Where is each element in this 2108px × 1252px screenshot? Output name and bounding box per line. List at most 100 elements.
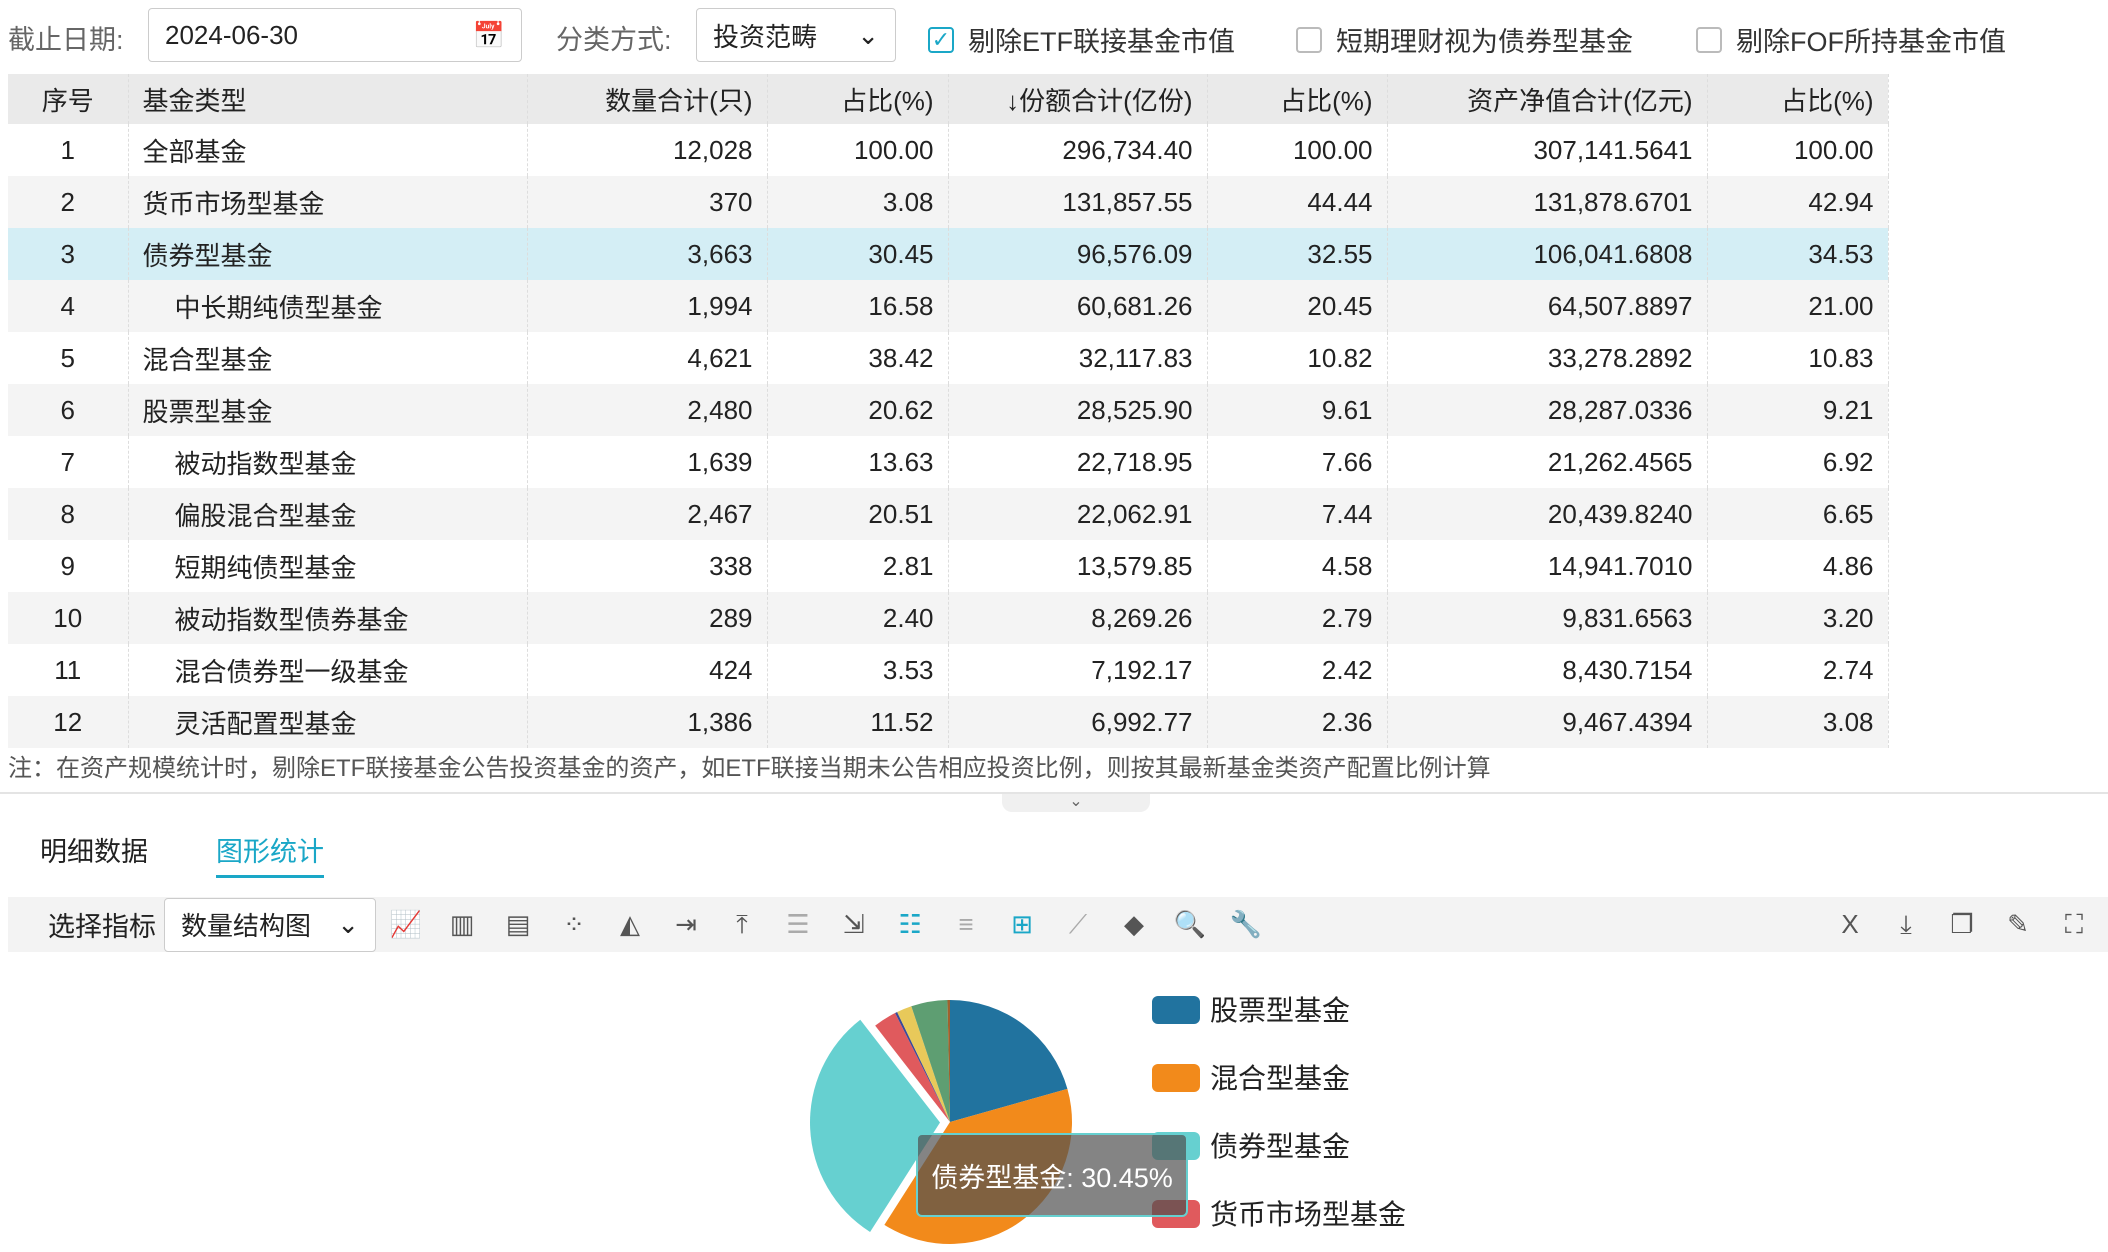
table-cell: 2.40: [767, 592, 949, 644]
table-cell: 370: [527, 176, 768, 228]
legend-label[interactable]: 货币市场型基金: [1210, 1199, 1406, 1230]
legend-label[interactable]: 股票型基金: [1210, 995, 1350, 1026]
table-cell: 100.00: [767, 124, 949, 176]
table-row[interactable]: 5 混合型基金 4,621 38.42 32,117.83 10.82 33,278.289…: [8, 332, 1889, 384]
chart-tooltip: 债券型基金: 30.45%: [916, 1133, 1188, 1217]
class-select[interactable]: 投资范畴 ⌄: [696, 8, 896, 62]
table-row[interactable]: 10 被动指数型债券基金 289 2.40 8,269.26 2.79 9,831.6563…: [8, 592, 1889, 644]
chart-toolbar: 选择指标 数量结构图 ⌄ 📈 ▥ ▤ ⁘ ◭ ⇥ ⤒ ☰ ⇲ ☷ ≡ ⊞ ⟋ ◆ 🔍 🔧 X ⤓ ❐ ✎ ⛶: [8, 897, 2108, 952]
checkbox-label: 短期理财视为债券型基金: [1336, 27, 1633, 57]
table-cell: 100.00: [1707, 124, 1889, 176]
table-cell: 20,439.8240: [1387, 488, 1708, 540]
indicator-select[interactable]: 数量结构图 ⌄: [164, 897, 376, 952]
column-header[interactable]: ↓份额合计(亿份): [948, 74, 1208, 124]
column-header[interactable]: 资产净值合计(亿元): [1387, 74, 1708, 124]
table-row[interactable]: 1 全部基金 12,028 100.00 296,734.40 100.00 307,141…: [8, 124, 1889, 176]
tab-detail[interactable]: 明细数据: [40, 830, 148, 869]
indicator-label: 选择指标: [48, 912, 156, 942]
table-row[interactable]: 12 灵活配置型基金 1,386 11.52 6,992.77 2.36 9,467.439…: [8, 696, 1889, 748]
table-cell: 6,992.77: [948, 696, 1208, 748]
table-row[interactable]: 4 中长期纯债型基金 1,994 16.58 60,681.26 20.45 64,507.…: [8, 280, 1889, 332]
date-input[interactable]: 2024-06-30 📅: [148, 8, 522, 62]
table-cell: 7.44: [1207, 488, 1388, 540]
crosshair-icon[interactable]: ⊞: [1002, 905, 1042, 945]
checkbox-icon[interactable]: ✓: [928, 26, 954, 53]
align-end-icon[interactable]: ⇲: [834, 905, 874, 945]
collapse-handle[interactable]: ⌄: [1002, 794, 1150, 812]
table-row[interactable]: 9 短期纯债型基金 338 2.81 13,579.85 4.58 14,941.7010 4…: [8, 540, 1889, 592]
table-cell: 混合型基金: [128, 332, 528, 384]
table-row[interactable]: 3 债券型基金 3,663 30.45 96,576.09 32.55 106,041.68…: [8, 228, 1889, 280]
checkbox-exclude-etf[interactable]: ✓ 剔除ETF联接基金市值: [928, 20, 1235, 59]
column-header[interactable]: 占比(%): [767, 74, 949, 124]
legend-swatch[interactable]: [1152, 996, 1200, 1024]
export-xls-icon[interactable]: X: [1830, 905, 1870, 945]
column-header[interactable]: 基金类型: [128, 74, 528, 124]
download-icon[interactable]: ⤓: [1886, 905, 1926, 945]
table-cell: 2.79: [1207, 592, 1388, 644]
column-header[interactable]: 占比(%): [1207, 74, 1388, 124]
table-cell: 338: [527, 540, 768, 592]
table-cell: 424: [527, 644, 768, 696]
legend-label[interactable]: 混合型基金: [1210, 1063, 1350, 1094]
checkbox-icon[interactable]: [1696, 26, 1722, 53]
stacked-bar-icon[interactable]: ▤: [498, 905, 538, 945]
fill-icon[interactable]: ◆: [1114, 905, 1154, 945]
table-cell: 3.20: [1707, 592, 1889, 644]
fund-table: 序号 基金类型 数量合计(只) 占比(%) ↓份额合计(亿份) 占比(%) 资产净值合计(亿…: [8, 74, 1889, 748]
list-icon[interactable]: ☷: [890, 905, 930, 945]
checkbox-icon[interactable]: [1296, 26, 1322, 53]
wrench-icon[interactable]: 🔧: [1226, 905, 1266, 945]
axis-icon[interactable]: ⟋: [1058, 905, 1098, 945]
column-header[interactable]: 占比(%): [1707, 74, 1889, 124]
table-cell: 30.45: [767, 228, 949, 280]
table-row[interactable]: 11 混合债券型一级基金 424 3.53 7,192.17 2.42 8,430.7154…: [8, 644, 1889, 696]
table-cell: 289: [527, 592, 768, 644]
table-cell: 5: [8, 332, 129, 384]
rows-icon[interactable]: ≡: [946, 905, 986, 945]
table-cell: 1,386: [527, 696, 768, 748]
table-cell: 10: [8, 592, 129, 644]
table-cell: 20.51: [767, 488, 949, 540]
column-header[interactable]: 序号: [8, 74, 129, 124]
copy-icon[interactable]: ❐: [1942, 905, 1982, 945]
chevron-down-icon: ⌄: [337, 909, 359, 939]
align-top-icon[interactable]: ⤒: [722, 905, 762, 945]
checkbox-exclude-fof[interactable]: 剔除FOF所持基金市值: [1696, 20, 2006, 59]
edit-icon[interactable]: ✎: [1998, 905, 2038, 945]
class-value: 投资范畴: [713, 21, 818, 52]
calendar-icon[interactable]: 📅: [473, 20, 505, 51]
bar-chart-icon[interactable]: ▥: [442, 905, 482, 945]
table-row[interactable]: 7 被动指数型基金 1,639 13.63 22,718.95 7.66 21,262.45…: [8, 436, 1889, 488]
zoom-icon[interactable]: 🔍: [1170, 905, 1210, 945]
table-cell: 42.94: [1707, 176, 1889, 228]
legend-label[interactable]: 债券型基金: [1210, 1131, 1350, 1162]
table-cell: 7: [8, 436, 129, 488]
column-header[interactable]: 数量合计(只): [527, 74, 768, 124]
table-cell: 中长期纯债型基金: [128, 280, 528, 332]
align-center-icon[interactable]: ☰: [778, 905, 818, 945]
table-row[interactable]: 6 股票型基金 2,480 20.62 28,525.90 9.61 28,287.0336…: [8, 384, 1889, 436]
area-chart-icon[interactable]: ◭: [610, 905, 650, 945]
align-right-icon[interactable]: ⇥: [666, 905, 706, 945]
table-cell: 13.63: [767, 436, 949, 488]
scatter-icon[interactable]: ⁘: [554, 905, 594, 945]
fullscreen-icon[interactable]: ⛶: [2054, 905, 2094, 945]
table-cell: 7.66: [1207, 436, 1388, 488]
date-label: 截止日期:: [8, 25, 124, 55]
table-row[interactable]: 2 货币市场型基金 370 3.08 131,857.55 44.44 131,878.67…: [8, 176, 1889, 228]
table-cell: 3,663: [527, 228, 768, 280]
legend-swatch[interactable]: [1152, 1064, 1200, 1092]
checkbox-short-term[interactable]: 短期理财视为债券型基金: [1296, 20, 1633, 59]
table-cell: 6.65: [1707, 488, 1889, 540]
table-cell: 9.21: [1707, 384, 1889, 436]
table-cell: 21,262.4565: [1387, 436, 1708, 488]
line-chart-icon[interactable]: 📈: [386, 905, 426, 945]
table-cell: 131,857.55: [948, 176, 1208, 228]
table-cell: 14,941.7010: [1387, 540, 1708, 592]
table-cell: 4: [8, 280, 129, 332]
table-row[interactable]: 8 偏股混合型基金 2,467 20.51 22,062.91 7.44 20,439.82…: [8, 488, 1889, 540]
tab-chart[interactable]: 图形统计: [216, 830, 324, 878]
note-text: 注：在资产规模统计时，剔除ETF联接基金公告投资基金的资产，如ETF联接当期未公…: [8, 755, 1491, 782]
table-cell: 债券型基金: [128, 228, 528, 280]
